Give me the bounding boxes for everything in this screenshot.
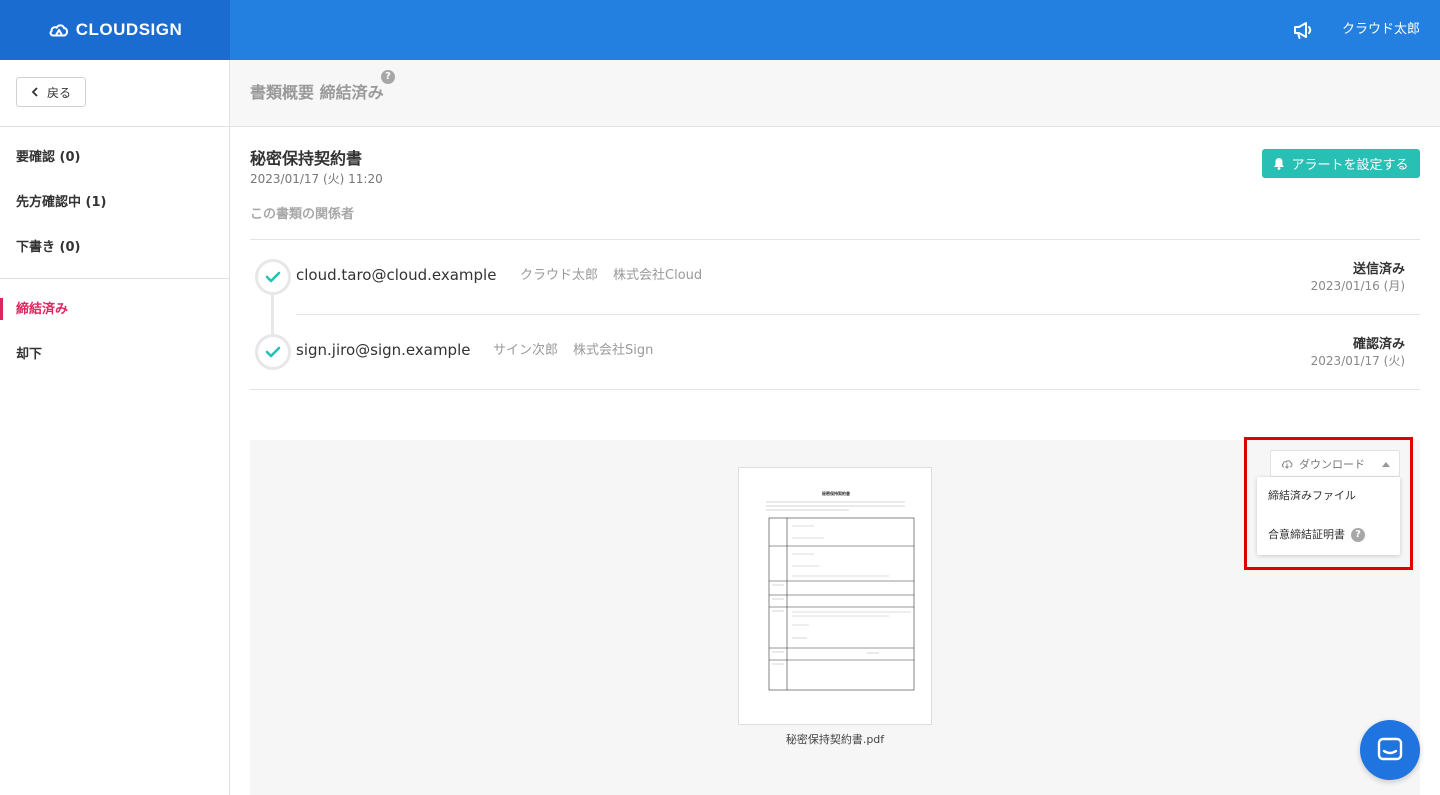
party-status: 確認済み [1352, 337, 1405, 352]
party-email: sign.jiro@sign.example [296, 341, 471, 359]
set-alert-button-label: アラートを設定する [1291, 158, 1409, 173]
brand-logo[interactable]: CLOUDSIGN [0, 0, 230, 60]
party-company: 株式会社Sign [573, 343, 654, 358]
cloud-download-icon [1281, 459, 1293, 469]
download-menu: 締結済みファイル 合意締結証明書 ? [1257, 477, 1400, 555]
page-title-bar: 書類概要 締結済み ? [230, 60, 1440, 127]
check-icon [265, 271, 281, 283]
party-status-date: 2023/01/16 (月) [1310, 279, 1405, 293]
megaphone-icon[interactable] [1292, 20, 1314, 40]
sidebar-item-rejected[interactable]: 却下 [16, 345, 42, 365]
menu-item-concluded-file[interactable]: 締結済みファイル [1268, 488, 1356, 504]
bell-icon [1274, 158, 1285, 170]
sidebar-item-drafts[interactable]: 下書き (0) [16, 238, 80, 258]
app-header: CLOUDSIGN クラウド太郎 [0, 0, 1440, 60]
divider [296, 314, 1420, 315]
user-menu[interactable]: クラウド太郎 [1342, 20, 1420, 40]
help-icon[interactable]: ? [1351, 528, 1365, 542]
sidebar-item-concluded[interactable]: 締結済み [16, 300, 68, 320]
party-check-badge [255, 259, 291, 295]
party-status-date: 2023/01/17 (火) [1310, 354, 1405, 368]
divider [250, 239, 1420, 240]
download-dropdown[interactable]: ダウンロード [1270, 450, 1400, 477]
party-name: サイン次郎 [493, 343, 559, 358]
thumbnail-heading: 秘密保持契約書 [822, 490, 850, 496]
chevron-left-icon [31, 87, 38, 97]
sidebar-item-needs-review[interactable]: 要確認 (0) [16, 148, 80, 168]
document-thumbnail[interactable]: 秘密保持契約書 [738, 467, 932, 725]
document-thumbnail-page: 秘密保持契約書 [766, 490, 915, 691]
timeline-connector [271, 292, 274, 334]
help-icon[interactable]: ? [381, 70, 395, 84]
back-button-label: 戻る [46, 85, 71, 100]
divider [250, 389, 1420, 390]
back-button[interactable]: 戻る [16, 77, 86, 107]
cloud-logo-icon [49, 24, 68, 37]
parties-section-label: この書類の関係者 [250, 207, 355, 222]
party-name: クラウド太郎 [520, 268, 599, 283]
sidebar: 戻る 要確認 (0) 先方確認中 (1) 下書き (0) 締結済み 却下 [0, 60, 230, 795]
document-title: 秘密保持契約書 [250, 149, 363, 168]
party-email: cloud.taro@cloud.example [296, 266, 497, 284]
active-nav-indicator [0, 298, 3, 320]
chat-icon [1377, 737, 1403, 761]
page-title: 書類概要 締結済み [250, 83, 384, 102]
party-check-badge [255, 334, 291, 370]
chat-support-button[interactable] [1360, 720, 1420, 780]
party-status: 送信済み [1352, 262, 1405, 277]
file-name[interactable]: 秘密保持契約書.pdf [735, 732, 935, 748]
menu-item-agreement-certificate[interactable]: 合意締結証明書 [1268, 527, 1345, 543]
party-company: 株式会社Cloud [613, 268, 703, 283]
download-dropdown-label: ダウンロード [1299, 457, 1365, 471]
set-alert-button[interactable]: アラートを設定する [1262, 149, 1420, 178]
caret-up-icon [1382, 462, 1390, 467]
brand-name: CLOUDSIGN [75, 20, 183, 39]
back-area: 戻る [0, 60, 229, 127]
sidebar-item-awaiting-counterparty[interactable]: 先方確認中 (1) [16, 193, 106, 213]
check-icon [265, 346, 281, 358]
sidebar-divider [0, 278, 229, 279]
document-date: 2023/01/17 (火) 11:20 [250, 172, 383, 186]
